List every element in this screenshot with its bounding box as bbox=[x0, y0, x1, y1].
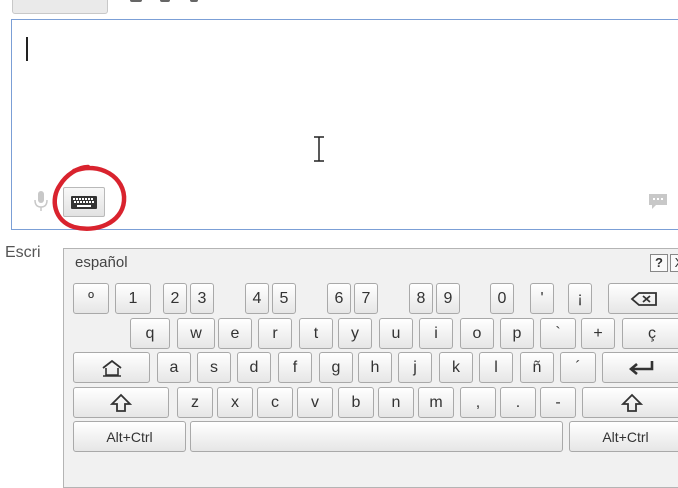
key-h[interactable]: h bbox=[358, 352, 392, 383]
key-p[interactable]: p bbox=[500, 318, 534, 349]
key-period[interactable]: . bbox=[500, 387, 536, 418]
key-v[interactable]: v bbox=[297, 387, 333, 418]
key-6[interactable]: 6 bbox=[327, 283, 351, 314]
keyboard-close-button[interactable]: X bbox=[670, 254, 678, 272]
key-home[interactable] bbox=[73, 352, 150, 383]
key-a[interactable]: a bbox=[157, 352, 191, 383]
text-caret bbox=[26, 37, 28, 61]
key-5[interactable]: 5 bbox=[272, 283, 296, 314]
key-enter[interactable] bbox=[602, 352, 678, 383]
key-k[interactable]: k bbox=[439, 352, 473, 383]
key-shift-left[interactable] bbox=[73, 387, 169, 418]
keyboard-icon bbox=[71, 196, 97, 209]
key-c[interactable]: c bbox=[257, 387, 293, 418]
key-8[interactable]: 8 bbox=[409, 283, 433, 314]
key-u[interactable]: u bbox=[379, 318, 413, 349]
key-space[interactable] bbox=[190, 421, 563, 452]
key-z[interactable]: z bbox=[177, 387, 213, 418]
key-1[interactable]: 1 bbox=[115, 283, 151, 314]
key-q[interactable]: q bbox=[130, 318, 170, 349]
key-i[interactable]: i bbox=[419, 318, 453, 349]
key-n-tilde[interactable]: ñ bbox=[520, 352, 554, 383]
key-s[interactable]: s bbox=[197, 352, 231, 383]
key-minus[interactable]: - bbox=[540, 387, 576, 418]
key-w[interactable]: w bbox=[177, 318, 215, 349]
key-f[interactable]: f bbox=[278, 352, 312, 383]
shift-icon bbox=[110, 393, 132, 412]
key-r[interactable]: r bbox=[258, 318, 292, 349]
key-backspace[interactable] bbox=[608, 283, 678, 314]
key-inverted-exclamation[interactable]: ¡ bbox=[568, 283, 592, 314]
shift-icon bbox=[621, 393, 643, 412]
keyboard-language-label: español bbox=[75, 254, 128, 271]
key-0[interactable]: 0 bbox=[490, 283, 514, 314]
home-icon bbox=[101, 359, 122, 377]
top-fragment-text bbox=[130, 0, 210, 8]
key-c-cedilla[interactable]: ç bbox=[622, 318, 678, 349]
key-2[interactable]: 2 bbox=[163, 283, 187, 314]
key-n[interactable]: n bbox=[378, 387, 414, 418]
key-l[interactable]: l bbox=[479, 352, 513, 383]
key-d[interactable]: d bbox=[237, 352, 271, 383]
key-4[interactable]: 4 bbox=[245, 283, 269, 314]
key-backtick[interactable]: ` bbox=[540, 318, 576, 349]
key-alt-ctrl-left[interactable]: Alt+Ctrl bbox=[73, 421, 186, 452]
key-t[interactable]: t bbox=[299, 318, 333, 349]
key-9[interactable]: 9 bbox=[436, 283, 460, 314]
key-7[interactable]: 7 bbox=[354, 283, 378, 314]
ibeam-cursor-icon bbox=[314, 136, 324, 162]
key-b[interactable]: b bbox=[338, 387, 374, 418]
key-ordinal[interactable]: º bbox=[73, 283, 109, 314]
key-x[interactable]: x bbox=[217, 387, 253, 418]
key-y[interactable]: y bbox=[338, 318, 372, 349]
key-alt-ctrl-right[interactable]: Alt+Ctrl bbox=[569, 421, 678, 452]
backspace-icon bbox=[630, 291, 657, 306]
key-m[interactable]: m bbox=[418, 387, 454, 418]
virtual-keyboard-button[interactable] bbox=[63, 187, 105, 217]
key-g[interactable]: g bbox=[319, 352, 353, 383]
key-j[interactable]: j bbox=[398, 352, 432, 383]
key-plus[interactable]: + bbox=[581, 318, 615, 349]
microphone-icon[interactable] bbox=[34, 190, 48, 212]
key-acute[interactable]: ´ bbox=[560, 352, 596, 383]
top-tab-button[interactable] bbox=[12, 0, 108, 14]
key-apostrophe[interactable]: ' bbox=[530, 283, 554, 314]
key-shift-right[interactable] bbox=[582, 387, 678, 418]
key-e[interactable]: e bbox=[218, 318, 252, 349]
text-input-area[interactable] bbox=[11, 19, 678, 230]
keyboard-help-button[interactable]: ? bbox=[650, 254, 668, 272]
key-3[interactable]: 3 bbox=[190, 283, 214, 314]
enter-icon bbox=[628, 360, 654, 375]
key-o[interactable]: o bbox=[460, 318, 494, 349]
key-comma[interactable]: , bbox=[460, 387, 496, 418]
speech-bubble-icon[interactable] bbox=[648, 193, 668, 211]
helper-text: Escri bbox=[5, 244, 41, 261]
